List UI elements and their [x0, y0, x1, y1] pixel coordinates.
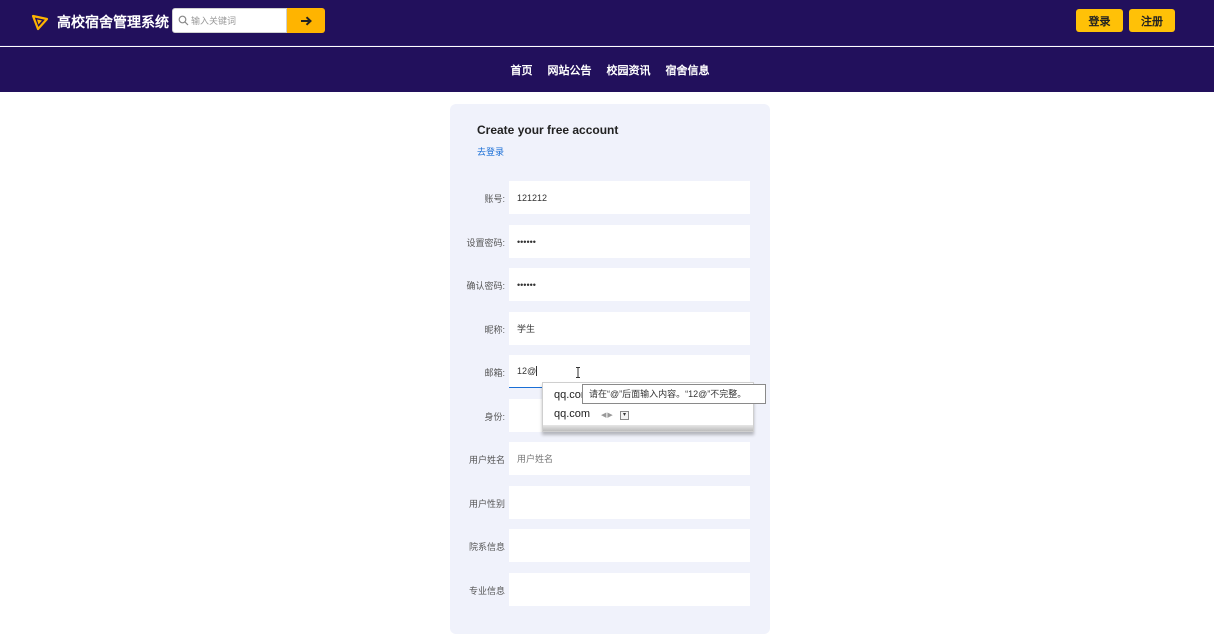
- field-label-nickname: 昵称:: [484, 325, 505, 335]
- field-label-identity: 身份:: [484, 412, 505, 422]
- nav-items: 首页 网站公告 校园资讯 宿舍信息: [0, 47, 1214, 92]
- autocomplete-nav-arrows-icon[interactable]: ◀▶: [601, 411, 614, 419]
- login-button[interactable]: 登录: [1076, 9, 1123, 32]
- logo-icon[interactable]: [31, 13, 49, 31]
- field-label-department: 院系信息: [468, 542, 505, 552]
- email-input-value: 12@: [517, 366, 537, 376]
- field-label-password: 设置密码:: [466, 238, 505, 248]
- text-caret: [536, 366, 538, 376]
- gender-input[interactable]: [509, 486, 750, 519]
- nav-item-campus-news[interactable]: 校园资讯: [607, 62, 651, 78]
- search-box[interactable]: [172, 8, 287, 33]
- search-icon: [178, 15, 189, 26]
- department-input[interactable]: [509, 529, 750, 562]
- field-label-major: 专业信息: [468, 586, 505, 596]
- validation-tooltip: 请在“@”后面输入内容。“12@”不完整。: [582, 384, 766, 404]
- nickname-input[interactable]: 学生: [509, 312, 750, 345]
- field-label-username: 用户姓名: [468, 455, 505, 465]
- go-login-link[interactable]: 去登录: [477, 145, 504, 158]
- nav-item-dorm-info[interactable]: 宿舍信息: [666, 62, 710, 78]
- autocomplete-footer: [543, 425, 753, 431]
- arrow-right-icon: [301, 15, 312, 26]
- field-label-confirm-password: 确认密码:: [466, 281, 505, 291]
- autocomplete-dropdown-icon[interactable]: ▾: [620, 411, 629, 420]
- field-label-email: 邮箱:: [484, 368, 505, 378]
- username-input[interactable]: 用户姓名: [509, 442, 750, 475]
- autocomplete-option[interactable]: qq.com: [554, 408, 590, 420]
- confirm-password-input[interactable]: ••••••: [509, 268, 750, 301]
- password-input[interactable]: ••••••: [509, 225, 750, 258]
- search-input[interactable]: [191, 12, 285, 30]
- form-title: Create your free account: [477, 123, 619, 137]
- ibeam-cursor-icon: [576, 367, 580, 378]
- account-input[interactable]: 121212: [509, 181, 750, 214]
- register-button[interactable]: 注册: [1129, 9, 1175, 32]
- top-header: 高校宿舍管理系统 登录 注册: [0, 0, 1214, 46]
- site-title[interactable]: 高校宿舍管理系统: [57, 13, 169, 31]
- autocomplete-option[interactable]: qq.com: [554, 389, 582, 401]
- register-card: Create your free account 去登录 账号: 121212 …: [450, 104, 770, 634]
- major-input[interactable]: [509, 573, 750, 606]
- nav-item-home[interactable]: 首页: [511, 62, 533, 78]
- field-label-account: 账号:: [484, 194, 505, 204]
- field-label-gender: 用户性别: [468, 499, 505, 509]
- main-nav: 首页 网站公告 校园资讯 宿舍信息: [0, 47, 1214, 92]
- nav-item-announcements[interactable]: 网站公告: [548, 62, 592, 78]
- search-button[interactable]: [287, 8, 325, 33]
